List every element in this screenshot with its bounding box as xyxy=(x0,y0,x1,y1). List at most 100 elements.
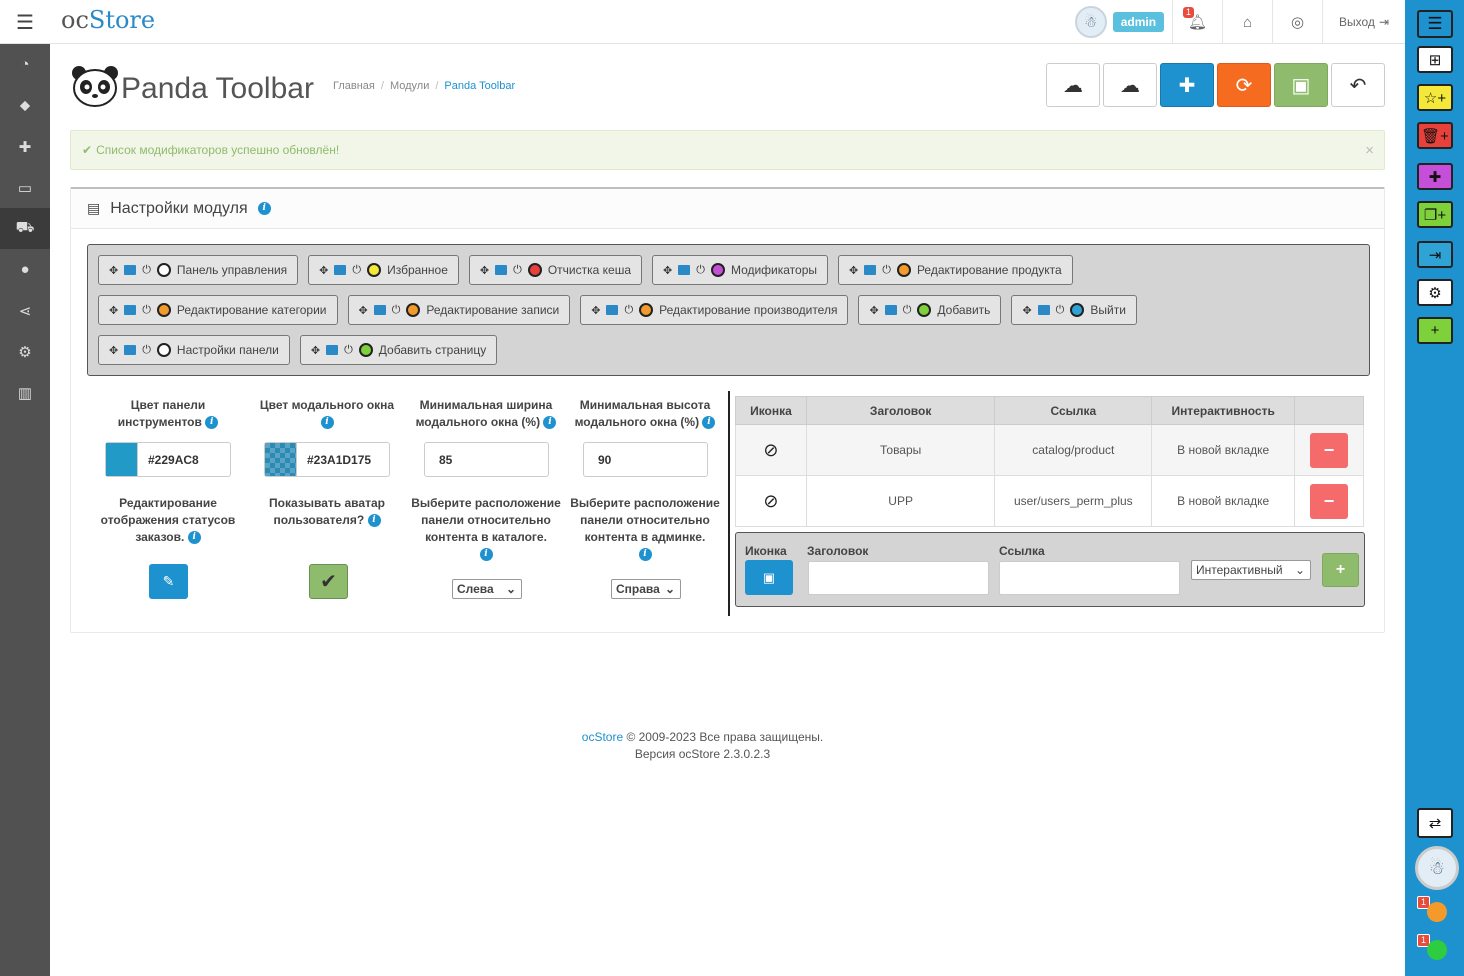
avatar[interactable]: ☃ xyxy=(1415,846,1459,890)
dashboard-button[interactable]: ⊞ xyxy=(1417,46,1453,73)
save-button[interactable]: ▣ xyxy=(1274,63,1328,107)
move-icon[interactable]: ✥ xyxy=(663,264,672,277)
delete-button[interactable]: − xyxy=(1310,483,1349,519)
min-width-input[interactable]: 85 xyxy=(424,442,549,477)
modal-color-field[interactable]: #23A1D175 xyxy=(264,442,390,477)
add-link-button[interactable]: + xyxy=(1322,553,1359,587)
power-icon[interactable]: ⏻ xyxy=(352,264,361,277)
breadcrumb-home[interactable]: Главная xyxy=(333,80,375,92)
power-icon[interactable]: ⏻ xyxy=(1056,304,1065,317)
edit-order-status-button[interactable]: ✎ xyxy=(149,564,188,599)
color-dot-icon[interactable] xyxy=(156,263,171,277)
clear-cache-button[interactable]: 🗑︎+ xyxy=(1417,122,1453,149)
color-dot-icon[interactable] xyxy=(358,343,373,357)
power-icon[interactable]: ⏻ xyxy=(513,264,522,277)
dashboard-icon[interactable]: ◔ xyxy=(0,44,50,85)
image-icon[interactable] xyxy=(334,265,347,275)
toolbar-color-swatch[interactable] xyxy=(106,443,138,476)
info-icon[interactable]: i xyxy=(638,548,652,562)
puzzle-icon[interactable]: ✚ xyxy=(0,126,50,167)
toolbar-item[interactable]: ✥ ⏻ Добавить страницу xyxy=(299,335,498,365)
move-icon[interactable]: ✥ xyxy=(109,344,118,357)
catalog-position-select[interactable]: Слева ⌄ xyxy=(452,579,522,599)
color-dot-icon[interactable] xyxy=(156,303,171,317)
collapse-toolbar-button[interactable]: ☰ xyxy=(1417,10,1453,38)
color-dot-icon[interactable] xyxy=(527,263,542,277)
menu-toggle-icon[interactable]: ☰ xyxy=(0,0,50,44)
toolbar-item[interactable]: ✥ ⏻ Отчистка кеша xyxy=(468,255,643,285)
color-dot-icon[interactable] xyxy=(917,303,932,317)
upload-button[interactable]: ☁ xyxy=(1046,63,1100,107)
info-icon[interactable]: i xyxy=(205,416,219,430)
modifications-button[interactable]: ✚ xyxy=(1160,63,1214,107)
move-icon[interactable]: ✥ xyxy=(109,304,118,317)
image-icon[interactable] xyxy=(124,345,137,355)
admin-position-select[interactable]: Справа ⌄ xyxy=(611,579,681,599)
toolbar-item[interactable]: ✥ ⏻ Модификаторы xyxy=(652,255,829,285)
move-icon[interactable]: ✥ xyxy=(591,304,600,317)
tags-icon[interactable]: ⬥ xyxy=(0,85,50,126)
info-icon[interactable]: i xyxy=(479,548,493,562)
user-icon[interactable]: ● xyxy=(0,249,50,290)
move-icon[interactable]: ✥ xyxy=(109,264,118,277)
logout-button[interactable]: Выход ⇥ xyxy=(1322,0,1405,44)
home-button[interactable]: ⌂ xyxy=(1222,0,1272,44)
toolbar-item[interactable]: ✥ ⏻ Редактирование записи xyxy=(347,295,571,325)
toolbar-item[interactable]: ✥ ⏻ Избранное xyxy=(308,255,459,285)
add-button[interactable]: ❐+ xyxy=(1417,201,1453,228)
modifications-button[interactable]: ✚ xyxy=(1417,163,1453,190)
toolbar-item[interactable]: ✥ ⏻ Настройки панели xyxy=(98,335,290,365)
color-dot-icon[interactable] xyxy=(896,263,911,277)
cart-icon[interactable]: ⛟ xyxy=(0,208,50,249)
toolbar-color-field[interactable]: #229AC8 xyxy=(105,442,231,477)
row-icon-cell[interactable]: ⊘ xyxy=(735,475,807,527)
move-icon[interactable]: ✥ xyxy=(319,264,328,277)
show-avatar-checkbox[interactable]: ✔ xyxy=(309,564,348,599)
power-icon[interactable]: ⏻ xyxy=(624,304,633,317)
info-icon[interactable]: i xyxy=(187,531,201,545)
move-icon[interactable]: ✥ xyxy=(869,304,878,317)
toolbar-item[interactable]: ✥ ⏻ Выйти xyxy=(1011,295,1137,325)
image-icon[interactable] xyxy=(884,305,897,315)
logo[interactable]: ocStore xyxy=(61,6,155,34)
image-icon[interactable] xyxy=(864,265,877,275)
move-icon[interactable]: ✥ xyxy=(311,344,320,357)
color-dot-icon[interactable] xyxy=(1070,303,1085,317)
row-icon-cell[interactable]: ⊘ xyxy=(735,424,807,476)
move-icon[interactable]: ✥ xyxy=(480,264,489,277)
add-title-input[interactable] xyxy=(808,561,989,595)
share-icon[interactable]: ⋖ xyxy=(0,290,50,331)
notifications-button[interactable]: 1 🔔︎ xyxy=(1172,0,1222,44)
notification-green[interactable]: 1 xyxy=(1417,934,1451,964)
favorites-button[interactable]: ☆+ xyxy=(1417,84,1453,111)
info-icon[interactable]: i xyxy=(320,416,334,430)
image-icon[interactable] xyxy=(1037,305,1050,315)
user-menu[interactable]: ☃ admin xyxy=(1067,0,1172,44)
notification-orange[interactable]: 1 xyxy=(1417,896,1451,926)
info-icon[interactable]: i xyxy=(257,202,271,215)
chart-icon[interactable]: ▥ xyxy=(0,372,50,413)
min-height-input[interactable]: 90 xyxy=(583,442,708,477)
toolbar-item[interactable]: ✥ ⏻ Редактирование производителя xyxy=(580,295,849,325)
power-icon[interactable]: ⏻ xyxy=(903,304,912,317)
delete-button[interactable]: − xyxy=(1310,432,1349,468)
image-icon[interactable] xyxy=(326,345,339,355)
info-icon[interactable]: i xyxy=(367,514,381,528)
color-dot-icon[interactable] xyxy=(710,263,725,277)
interactivity-select[interactable]: Интерактивный ⌄ xyxy=(1191,560,1311,580)
modal-color-swatch[interactable] xyxy=(265,443,297,476)
image-icon[interactable] xyxy=(495,265,508,275)
color-dot-icon[interactable] xyxy=(367,263,382,277)
power-icon[interactable]: ⏻ xyxy=(344,344,353,357)
toolbar-item[interactable]: ✥ ⏻ Добавить xyxy=(858,295,1002,325)
add-link-input[interactable] xyxy=(999,561,1180,595)
help-button[interactable]: ◎ xyxy=(1272,0,1322,44)
download-button[interactable]: ☁ xyxy=(1103,63,1157,107)
power-icon[interactable]: ⏻ xyxy=(142,304,151,317)
back-button[interactable]: ↶ xyxy=(1331,63,1385,107)
monitor-icon[interactable]: ▭ xyxy=(0,167,50,208)
choose-icon-button[interactable]: ▣ xyxy=(745,560,793,595)
move-icon[interactable]: ✥ xyxy=(359,304,368,317)
refresh-button[interactable]: ⟳ xyxy=(1217,63,1271,107)
toolbar-item[interactable]: ✥ ⏻ Панель управления xyxy=(98,255,299,285)
